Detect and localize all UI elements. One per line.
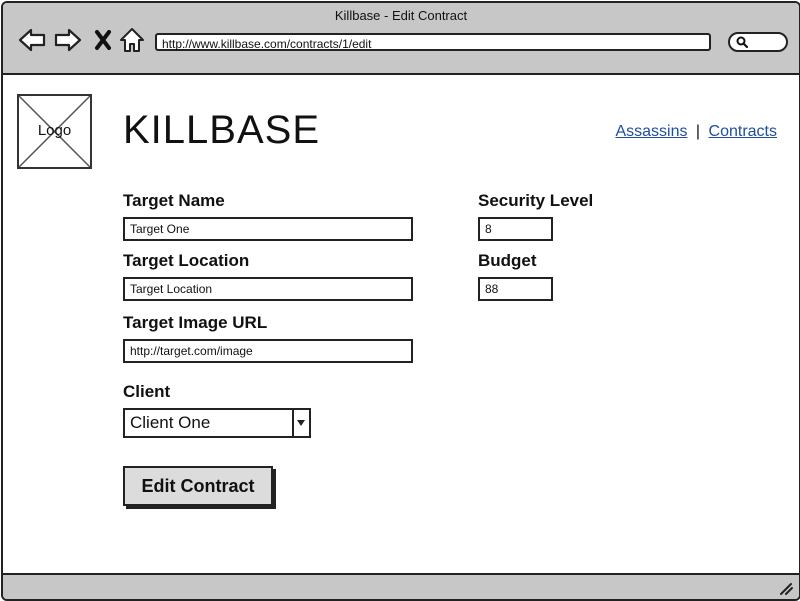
page-content: Logo KILLBASE Assassins | Contracts Targ…	[3, 75, 799, 573]
home-icon[interactable]	[117, 25, 147, 55]
budget-input[interactable]: 88	[478, 277, 553, 301]
client-dropdown-button[interactable]	[292, 410, 309, 436]
target-name-input[interactable]: Target One	[123, 217, 413, 241]
browser-window: Killbase - Edit Contract http://www.kill…	[1, 1, 800, 601]
browser-search-field[interactable]	[728, 32, 788, 52]
nav-link-contracts[interactable]: Contracts	[709, 123, 777, 140]
client-label: Client	[123, 382, 171, 401]
app-title: KILLBASE	[123, 108, 321, 152]
target-location-input[interactable]: Target Location	[123, 277, 413, 301]
chevron-down-icon	[297, 420, 305, 426]
nav-link-assassins[interactable]: Assassins	[615, 123, 687, 140]
target-name-label: Target Name	[123, 191, 225, 210]
client-selected-value: Client One	[130, 413, 211, 432]
target-image-url-label: Target Image URL	[123, 313, 268, 332]
logo-placeholder: Logo	[17, 94, 92, 169]
forward-arrow-icon[interactable]	[53, 25, 83, 55]
header-nav: Assassins | Contracts	[615, 123, 777, 141]
status-bar	[3, 573, 799, 599]
security-level-input[interactable]: 8	[478, 217, 553, 241]
edit-contract-button[interactable]: Edit Contract	[123, 466, 273, 506]
window-title: Killbase - Edit Contract	[334, 8, 468, 23]
resize-grip-icon[interactable]	[779, 581, 793, 595]
security-level-label: Security Level	[478, 191, 594, 210]
target-location-label: Target Location	[123, 251, 250, 270]
back-arrow-icon[interactable]	[17, 25, 47, 55]
logo-text: Logo	[37, 122, 72, 139]
budget-label: Budget	[478, 251, 537, 270]
search-icon	[736, 36, 749, 49]
nav-separator: |	[695, 123, 701, 140]
address-bar[interactable]: http://www.killbase.com/contracts/1/edit	[155, 33, 711, 51]
target-image-url-input[interactable]: http://target.com/image	[123, 339, 413, 363]
browser-chrome: Killbase - Edit Contract http://www.kill…	[3, 3, 799, 75]
client-select[interactable]: Client One	[123, 408, 311, 438]
